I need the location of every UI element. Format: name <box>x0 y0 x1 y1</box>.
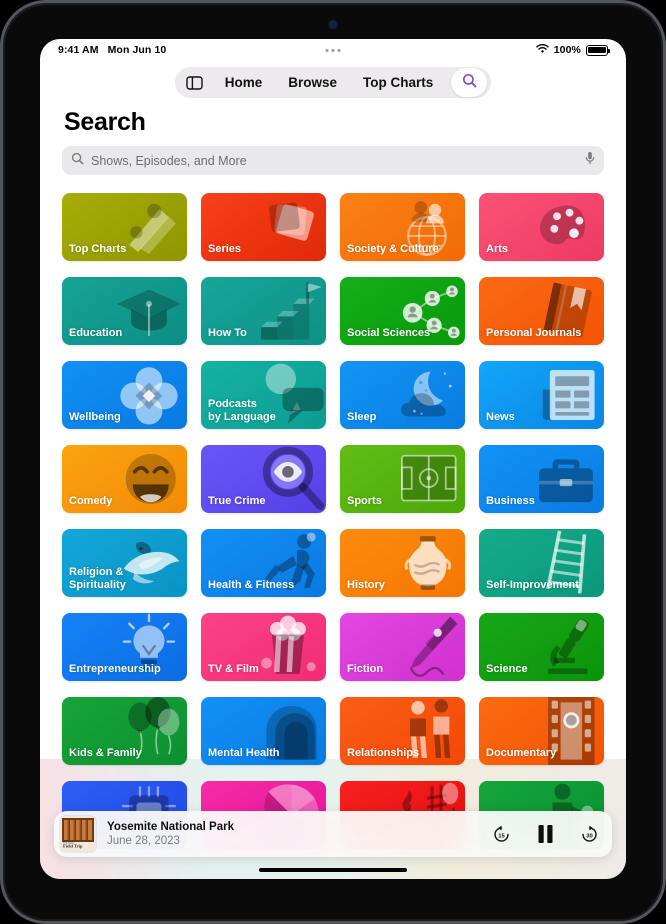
category-tile-label: Business <box>486 494 535 507</box>
category-tile-label: Mental Health <box>208 746 280 759</box>
category-tile[interactable]: Podcasts by Language <box>201 361 326 429</box>
category-tile-label: Personal Journals <box>486 326 582 339</box>
mini-player[interactable]: Field Trip THE DAILY Yosemite National P… <box>54 811 612 857</box>
nav-pill: Home Browse Top Charts <box>174 67 492 98</box>
microphone-icon[interactable] <box>585 151 595 170</box>
front-camera-icon <box>329 21 337 28</box>
category-tile[interactable]: Series <box>201 193 326 261</box>
category-tile[interactable]: Education <box>62 277 187 345</box>
category-tile[interactable]: TV & Film <box>201 613 326 681</box>
svg-text:THE DAILY: THE DAILY <box>63 842 75 845</box>
battery-full-icon <box>586 44 611 56</box>
player-controls: 15 30 <box>492 824 599 844</box>
search-page: Search Shows, Episodes, and More Top Cha… <box>40 108 626 849</box>
status-date: Mon Jun 10 <box>107 44 167 56</box>
category-tile[interactable]: Documentary <box>479 697 604 765</box>
category-tile-label: Series <box>208 242 242 255</box>
category-tile[interactable]: Mental Health <box>201 697 326 765</box>
category-tile[interactable]: Kids & Family <box>62 697 187 765</box>
category-tile[interactable]: Health & Fitness <box>201 529 326 597</box>
nav-search-button[interactable] <box>451 68 488 97</box>
sidebar-toggle-icon[interactable] <box>179 67 211 98</box>
category-tile-label: Society & Culture <box>347 242 439 255</box>
category-tile-label: Wellbeing <box>69 410 121 423</box>
player-metadata: Yosemite National Park June 28, 2023 <box>107 820 234 848</box>
category-tile[interactable]: Social Sciences <box>340 277 465 345</box>
category-tile-label: Arts <box>486 242 509 255</box>
category-tile-label: History <box>347 578 385 591</box>
category-tile-label: Health & Fitness <box>208 578 295 591</box>
skip-forward-30-icon[interactable]: 30 <box>580 825 599 844</box>
category-tile-label: How To <box>208 326 247 339</box>
pause-button[interactable] <box>537 824 554 844</box>
category-tile[interactable]: How To <box>201 277 326 345</box>
svg-text:30: 30 <box>586 833 593 839</box>
player-episode-title: Yosemite National Park <box>107 821 234 833</box>
category-tile[interactable]: Relationships <box>340 697 465 765</box>
page-title: Search <box>64 108 146 136</box>
wifi-icon <box>535 43 549 57</box>
category-tile-label: Self-Improvement <box>486 578 579 591</box>
home-indicator[interactable] <box>259 867 407 872</box>
status-bar: 9:41 AM Mon Jun 10 100% <box>40 39 626 61</box>
category-tile-label: Social Sciences <box>347 326 431 339</box>
category-tile-label: Entrepreneurship <box>69 662 161 675</box>
category-tile-label: Podcasts by Language <box>208 398 276 423</box>
category-tile-label: News <box>486 410 515 423</box>
podcast-artwork: Field Trip THE DAILY <box>60 816 96 852</box>
category-tile-label: Education <box>69 326 123 339</box>
category-tile-label: Sleep <box>347 410 377 423</box>
skip-back-15-icon[interactable]: 15 <box>492 825 511 844</box>
category-tile[interactable]: History <box>340 529 465 597</box>
category-tile-label: Kids & Family <box>69 746 142 759</box>
category-tile[interactable]: Business <box>479 445 604 513</box>
category-tile[interactable]: True Crime <box>201 445 326 513</box>
nav-item-browse[interactable]: Browse <box>276 67 349 98</box>
status-time: 9:41 AM <box>58 44 99 56</box>
nav-item-top-charts[interactable]: Top Charts <box>351 67 445 98</box>
top-navigation: Home Browse Top Charts <box>40 61 626 98</box>
category-tile[interactable]: Wellbeing <box>62 361 187 429</box>
category-tile-label: Science <box>486 662 528 675</box>
category-tile-label: Documentary <box>486 746 557 759</box>
status-bar-right: 100% <box>535 43 611 57</box>
status-bar-left: 9:41 AM Mon Jun 10 <box>58 44 166 56</box>
category-tile[interactable]: Arts <box>479 193 604 261</box>
magnifier-icon <box>71 152 84 170</box>
player-episode-date: June 28, 2023 <box>107 835 180 847</box>
category-tile[interactable]: Self-Improvement <box>479 529 604 597</box>
category-tile-label: Fiction <box>347 662 384 675</box>
category-tile-label: Relationships <box>347 746 420 759</box>
nav-item-home[interactable]: Home <box>213 67 275 98</box>
category-tile[interactable]: Religion & Spirituality <box>62 529 187 597</box>
category-tile[interactable]: Science <box>479 613 604 681</box>
ipad-device-frame: 9:41 AM Mon Jun 10 100% Home Browse Top … <box>0 0 666 924</box>
screen: 9:41 AM Mon Jun 10 100% Home Browse Top … <box>40 39 626 879</box>
category-tile[interactable]: News <box>479 361 604 429</box>
category-tile[interactable]: Personal Journals <box>479 277 604 345</box>
category-tile[interactable]: Fiction <box>340 613 465 681</box>
category-tile[interactable]: Comedy <box>62 445 187 513</box>
category-tile[interactable]: Sleep <box>340 361 465 429</box>
search-placeholder-text: Shows, Episodes, and More <box>91 153 247 168</box>
category-tile-label: Religion & Spirituality <box>69 566 126 591</box>
search-icon <box>462 73 477 93</box>
category-tile[interactable]: Top Charts <box>62 193 187 261</box>
category-tile-label: True Crime <box>208 494 266 507</box>
multitasking-dots-icon[interactable] <box>325 48 341 52</box>
category-tile-label: TV & Film <box>208 662 259 675</box>
category-tile-label: Sports <box>347 494 382 507</box>
category-tile-label: Top Charts <box>69 242 127 255</box>
search-input[interactable]: Shows, Episodes, and More <box>62 146 604 175</box>
svg-text:15: 15 <box>498 833 505 839</box>
category-tile[interactable]: Sports <box>340 445 465 513</box>
battery-percent-label: 100% <box>553 44 581 56</box>
category-grid: Top Charts Series Society & Culture Arts Edu… <box>62 193 604 849</box>
category-tile[interactable]: Entrepreneurship <box>62 613 187 681</box>
category-tile[interactable]: Society & Culture <box>340 193 465 261</box>
category-tile-label: Comedy <box>69 494 113 507</box>
